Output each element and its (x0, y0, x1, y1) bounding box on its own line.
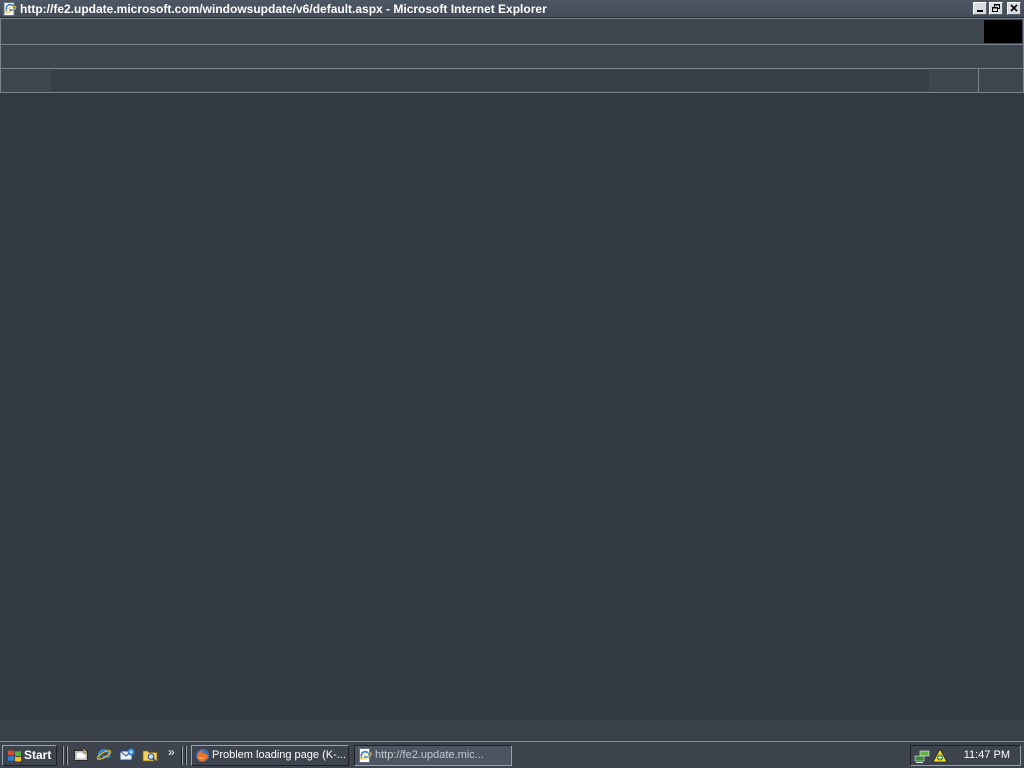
taskbar: Start » Problem loading page (K-... http… (0, 741, 1024, 768)
status-bar (0, 720, 1024, 741)
task-label: http://fe2.update.mic... (375, 749, 484, 761)
windows-logo-icon (8, 750, 21, 762)
throbber-logo (984, 20, 1022, 43)
taskbar-separator (181, 746, 183, 765)
screen: http://fe2.update.microsoft.com/windowsu… (0, 0, 1024, 768)
taskbar-separator (62, 746, 64, 765)
restore-icon (992, 4, 1000, 12)
taskbar-button-ie[interactable]: http://fe2.update.mic... (354, 745, 512, 766)
taskbar-button-firefox[interactable]: Problem loading page (K-... (191, 745, 349, 766)
start-button[interactable]: Start (2, 745, 57, 766)
address-input[interactable] (51, 70, 929, 91)
page-content[interactable] (0, 93, 1024, 720)
network-icon[interactable] (914, 748, 930, 764)
start-label: Start (24, 748, 52, 762)
address-toolbar (0, 68, 1024, 93)
window-title: http://fe2.update.microsoft.com/windowsu… (20, 2, 547, 16)
show-desktop-icon[interactable] (73, 747, 89, 763)
minimize-button[interactable] (973, 2, 987, 15)
windows-explorer-icon[interactable] (142, 747, 158, 763)
go-button[interactable] (979, 69, 1023, 92)
system-tray: 11:47 PM (910, 745, 1021, 766)
task-label: Problem loading page (K-... (212, 749, 346, 761)
ie-page-icon (359, 748, 372, 763)
minimize-icon (977, 10, 983, 12)
taskbar-separator (185, 746, 187, 765)
ie-page-icon[interactable] (3, 2, 17, 16)
quick-launch-chevron[interactable]: » (168, 745, 175, 759)
taskbar-separator (66, 746, 68, 765)
close-icon (1010, 4, 1018, 12)
menu-toolbar[interactable] (0, 18, 1024, 45)
internet-explorer-icon[interactable] (96, 747, 112, 763)
standard-buttons-toolbar[interactable] (0, 44, 1024, 69)
clock[interactable]: 11:47 PM (964, 747, 1010, 764)
title-bar[interactable]: http://fe2.update.microsoft.com/windowsu… (0, 0, 1024, 18)
outlook-express-icon[interactable] (119, 747, 135, 763)
close-button[interactable] (1007, 2, 1021, 15)
security-alert-icon[interactable] (932, 748, 948, 764)
firefox-icon (196, 749, 209, 762)
restore-button[interactable] (989, 2, 1003, 15)
